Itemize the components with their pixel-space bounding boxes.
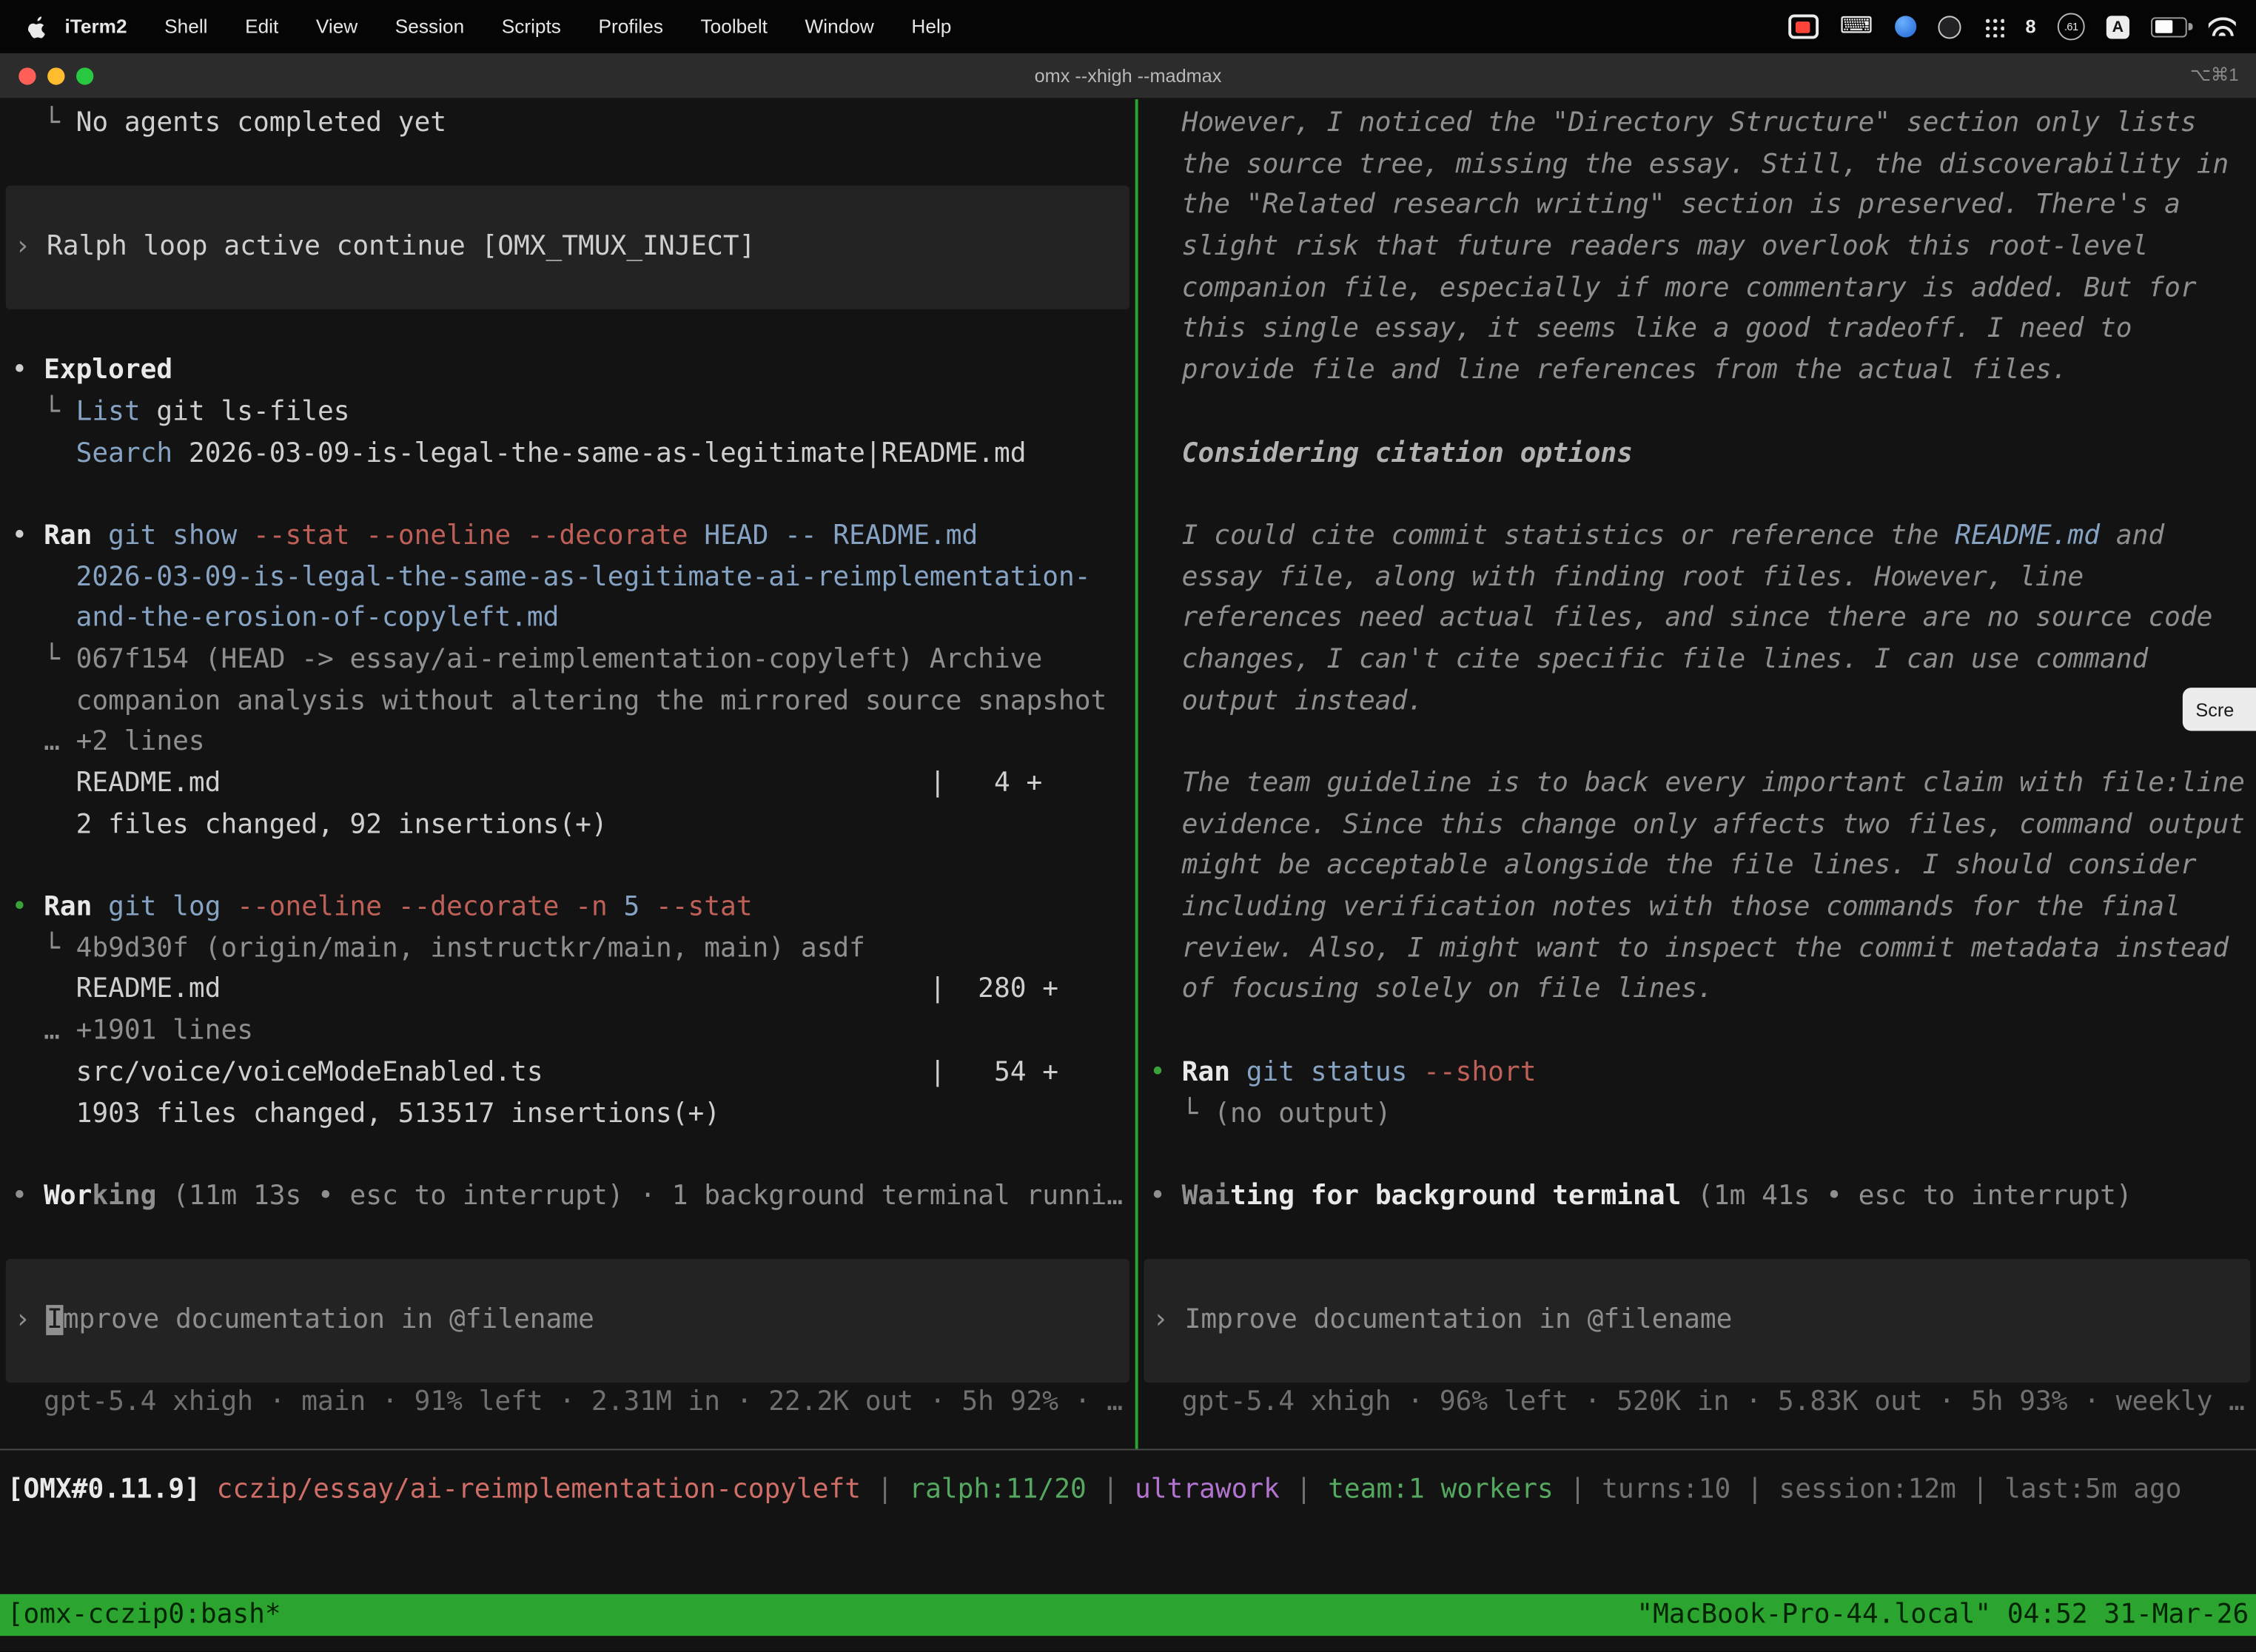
blank-line xyxy=(0,847,1135,888)
menu-help[interactable]: Help xyxy=(911,16,951,37)
menu-edit[interactable]: Edit xyxy=(245,16,278,37)
terminal-line: and-the-erosion-of-copyleft.md xyxy=(0,599,1135,640)
terminal-line: gpt-5.4 xhigh · main · 91% left · 2.31M … xyxy=(0,1383,1135,1425)
terminal-line: However, I noticed the "Directory Struct… xyxy=(1138,104,2256,145)
terminal-line: this single essay, it seems like a good … xyxy=(1138,310,2256,352)
terminal-line: └ (no output) xyxy=(1138,1094,2256,1135)
terminal-line: the "Related research writing" section i… xyxy=(1138,186,2256,227)
terminal-line: › Improve documentation in @filename xyxy=(1144,1300,1732,1342)
terminal-line: 2026-03-09-is-legal-the-same-as-legitima… xyxy=(0,557,1135,599)
menu-session[interactable]: Session xyxy=(395,16,464,37)
key-8-icon[interactable]: 8 xyxy=(2026,16,2036,37)
terminal-line: └ 4b9d30f (origin/main, instructkr/main,… xyxy=(0,929,1135,970)
terminal-line: Considering citation options xyxy=(1138,434,2256,475)
menu-iterm2[interactable]: iTerm2 xyxy=(64,16,127,37)
window-title-bar[interactable]: omx --xhigh --madmax ⌥⌘1 xyxy=(0,53,2256,99)
terminal-line: README.md | 280 + xyxy=(0,970,1135,1012)
blue-app-icon[interactable] xyxy=(1895,16,1916,37)
input-source-icon[interactable]: A xyxy=(2106,15,2129,38)
terminal-line: … +1901 lines xyxy=(0,1012,1135,1053)
menu-view[interactable]: View xyxy=(316,16,357,37)
blank-line xyxy=(0,475,1135,517)
menu-status-icons: ⌨ 8 .61 A xyxy=(1788,13,2256,40)
terminal-line: … +2 lines xyxy=(0,722,1135,764)
terminal-line: essay file, along with finding root file… xyxy=(1138,557,2256,599)
status-separator xyxy=(0,1448,2256,1450)
terminal-line: provide file and line references from th… xyxy=(1138,352,2256,393)
terminal-line: └ List git ls-files xyxy=(0,392,1135,434)
omx-status-line: [OMX#0.11.9] cczip/essay/ai-reimplementa… xyxy=(7,1471,2256,1512)
terminal-line: 1903 files changed, 513517 insertions(+) xyxy=(0,1094,1135,1135)
menu-window[interactable]: Window xyxy=(805,16,874,37)
wifi-icon[interactable] xyxy=(2209,17,2236,36)
terminal-line: • Ran git show --stat --oneline --decora… xyxy=(0,517,1135,558)
terminal-line: • Working (11m 13s • esc to interrupt) ·… xyxy=(0,1177,1135,1218)
tmux-session-label: [omx-cczip0:bash* xyxy=(7,1600,281,1631)
terminal-line: › Ralph loop active continue [OMX_TMUX_I… xyxy=(6,227,756,269)
terminal-line: review. Also, I might want to inspect th… xyxy=(1138,929,2256,970)
apple-menu-icon[interactable] xyxy=(0,15,47,38)
screen-tooltip[interactable]: Scre xyxy=(2183,688,2256,731)
terminal-line: slight risk that future readers may over… xyxy=(1138,227,2256,269)
terminal-line: references need actual files, and since … xyxy=(1138,599,2256,640)
terminal-pane-right[interactable]: However, I noticed the "Directory Struct… xyxy=(1138,99,2256,1448)
terminal-pane-left[interactable]: └ No agents completed yet › Ralph loop ac… xyxy=(0,99,1135,1448)
keyboard-icon[interactable]: ⌨ xyxy=(1840,15,1873,38)
ralph-loop-banner[interactable]: › Ralph loop active continue [OMX_TMUX_I… xyxy=(6,186,1129,309)
prompt-input[interactable]: › Improve documentation in @filename xyxy=(6,1259,1129,1383)
tmux-host-clock: "MacBook-Pro-44.local" 04:52 31-Mar-26 xyxy=(1636,1600,2249,1631)
terminal-line: README.md | 4 + xyxy=(0,764,1135,805)
terminal-line: └ No agents completed yet xyxy=(0,104,1135,145)
blank-line xyxy=(0,310,1135,352)
terminal-line: gpt-5.4 xhigh · 96% left · 520K in · 5.8… xyxy=(1138,1383,2256,1425)
dark-app-icon[interactable] xyxy=(1938,15,1961,38)
terminal-line: of focusing solely on file lines. xyxy=(1138,970,2256,1012)
terminal-line: changes, I can't cite specific file line… xyxy=(1138,640,2256,682)
text-cursor: I xyxy=(47,1305,63,1335)
terminal-line: • Waiting for background terminal (1m 41… xyxy=(1138,1177,2256,1218)
terminal-line: companion file, especially if more comme… xyxy=(1138,269,2256,310)
terminal-line: 2 files changed, 92 insertions(+) xyxy=(0,805,1135,847)
terminal-line: • Ran git status --short xyxy=(1138,1053,2256,1095)
blank-line xyxy=(1138,1012,2256,1053)
screen: iTerm2 Shell Edit View Session Scripts Profile… xyxy=(0,0,2256,1652)
battery-percent-icon[interactable]: .61 xyxy=(2058,13,2085,40)
terminal-line: the source tree, missing the essay. Stil… xyxy=(1138,145,2256,187)
blank-line xyxy=(0,1218,1135,1260)
menu-shell[interactable]: Shell xyxy=(164,16,207,37)
grid-icon[interactable] xyxy=(1982,16,2004,37)
terminal-line: The team guideline is to back every impo… xyxy=(1138,764,2256,805)
terminal-line: evidence. Since this change only affects… xyxy=(1138,805,2256,847)
terminal-line: › Improve documentation in @filename xyxy=(6,1300,594,1342)
blank-line xyxy=(1138,1218,2256,1260)
blank-line xyxy=(1138,722,2256,764)
blank-line xyxy=(0,145,1135,187)
tmux-status-bar: [omx-cczip0:bash* "MacBook-Pro-44.local"… xyxy=(0,1594,2256,1636)
terminal-line: └ 067f154 (HEAD -> essay/ai-reimplementa… xyxy=(0,640,1135,682)
terminal-line: src/voice/voiceModeEnabled.ts | 54 + xyxy=(0,1053,1135,1095)
terminal-line: output instead. xyxy=(1138,682,2256,723)
menu-profiles[interactable]: Profiles xyxy=(598,16,663,37)
window-shortcut-badge: ⌥⌘1 xyxy=(2190,53,2239,98)
menu-toolbelt[interactable]: Toolbelt xyxy=(701,16,768,37)
blank-line xyxy=(1138,475,2256,517)
terminal-line: including verification notes with those … xyxy=(1138,887,2256,929)
blank-line xyxy=(0,1135,1135,1177)
battery-icon[interactable] xyxy=(2151,16,2187,36)
prompt-input[interactable]: › Improve documentation in @filename xyxy=(1144,1259,2250,1383)
screen-recording-icon[interactable] xyxy=(1788,14,1819,38)
blank-line xyxy=(1138,1135,2256,1177)
menu-bar: iTerm2 Shell Edit View Session Scripts Profile… xyxy=(0,0,2256,53)
blank-line xyxy=(1138,392,2256,434)
window-title: omx --xhigh --madmax xyxy=(0,53,2256,98)
terminal-line: I could cite commit statistics or refere… xyxy=(1138,517,2256,558)
terminal-line: • Explored xyxy=(0,352,1135,393)
terminal-line: might be acceptable alongside the file l… xyxy=(1138,847,2256,888)
menu-items: iTerm2 Shell Edit View Session Scripts Profile… xyxy=(64,16,951,37)
terminal-line: • Ran git log --oneline --decorate -n 5 … xyxy=(0,888,1135,930)
terminal-line: Search 2026-03-09-is-legal-the-same-as-l… xyxy=(0,434,1135,475)
terminal-line: companion analysis without altering the … xyxy=(0,682,1135,723)
menu-scripts[interactable]: Scripts xyxy=(502,16,561,37)
